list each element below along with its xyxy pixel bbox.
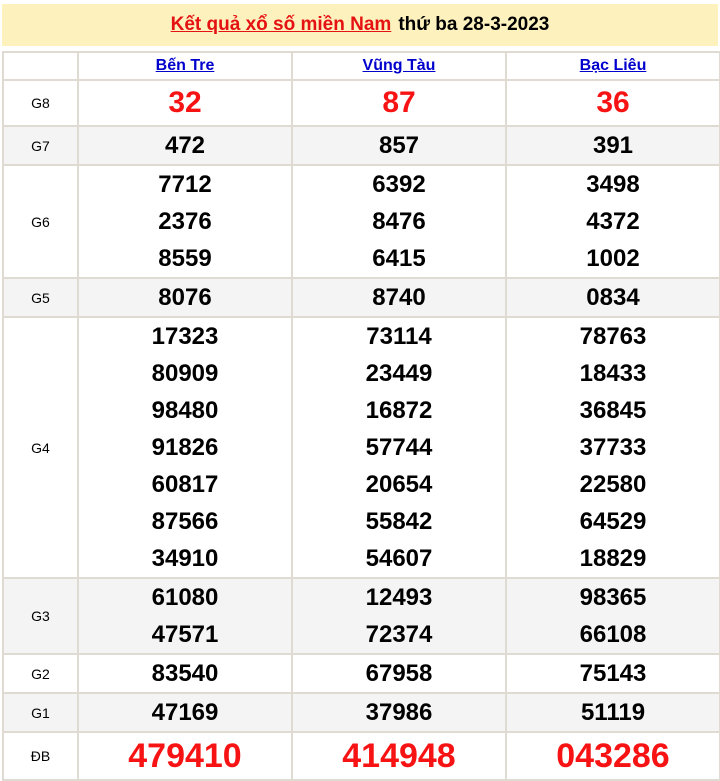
result-number: 73114 [366, 323, 432, 350]
result-number: 36845 [579, 397, 647, 424]
result-number: 0834 [586, 284, 640, 311]
result-number: 80909 [151, 360, 219, 387]
result-number: 12493 [365, 584, 433, 611]
result-number: 4372 [586, 208, 640, 235]
corner-cell [2, 51, 79, 81]
table-row-g4: G4 17323 80909 98480 91826 60817 87566 3… [2, 316, 720, 579]
province-link-ben-tre[interactable]: Bến Tre [156, 57, 215, 74]
result-number: 87566 [151, 508, 219, 535]
table-row-g8: G8 32 87 36 [2, 79, 720, 127]
result-number: 8740 [372, 284, 426, 311]
result-number: 54607 [365, 545, 433, 572]
results-table: Bến Tre Vũng Tàu Bạc Liêu G8 32 87 36 G7… [2, 51, 720, 781]
result-number: 66108 [579, 621, 647, 648]
title-link[interactable]: Kết quả xổ số miền Nam [171, 14, 392, 36]
result-number: 87 [382, 86, 416, 119]
result-number: 51119 [580, 699, 646, 726]
result-number: 23449 [365, 360, 433, 387]
title-date: thứ ba 28-3-2023 [398, 14, 550, 35]
result-number: 91826 [151, 434, 219, 461]
result-number: 8476 [372, 208, 426, 235]
result-number: 60817 [151, 471, 219, 498]
result-number: 8076 [158, 284, 212, 311]
prize-label-g4: G4 [2, 316, 79, 579]
lottery-results-page: Kết quả xổ số miền Nam thứ ba 28-3-2023 … [0, 0, 720, 781]
result-number: 18433 [579, 360, 647, 387]
table-row-g6: G6 7712 2376 8559 6392 8476 6415 3498 43… [2, 164, 720, 279]
result-number: 32 [168, 86, 202, 119]
result-number: 37986 [365, 699, 433, 726]
result-number: 64529 [579, 508, 647, 535]
table-row-g5: G5 8076 8740 0834 [2, 277, 720, 318]
result-number: 75143 [579, 660, 647, 687]
result-number: 72374 [365, 621, 433, 648]
title-bar: Kết quả xổ số miền Nam thứ ba 28-3-2023 [2, 4, 718, 46]
result-number: 83540 [151, 660, 219, 687]
column-header-vung-tau: Vũng Tàu [291, 51, 507, 81]
prize-label-g2: G2 [2, 653, 79, 694]
result-number: 22580 [579, 471, 647, 498]
prize-label-g1: G1 [2, 692, 79, 733]
result-number: 57744 [365, 434, 433, 461]
result-number: 20654 [365, 471, 433, 498]
table-row-g1: G1 47169 37986 51119 [2, 692, 720, 733]
prize-label-g7: G7 [2, 125, 79, 166]
result-number: 36 [596, 86, 630, 119]
result-number: 47571 [151, 621, 219, 648]
result-number: 37733 [579, 434, 647, 461]
result-number: 2376 [158, 208, 212, 235]
prize-label-g6: G6 [2, 164, 79, 279]
result-number: 98365 [579, 584, 647, 611]
province-link-vung-tau[interactable]: Vũng Tàu [363, 57, 436, 74]
prize-label-g3: G3 [2, 577, 79, 655]
result-number: 391 [592, 132, 634, 159]
table-row-g3: G3 61080 47571 12493 72374 98365 66108 [2, 577, 720, 655]
result-number: 98480 [151, 397, 219, 424]
result-number: 043286 [556, 737, 670, 775]
result-number: 857 [378, 132, 420, 159]
result-number: 1002 [586, 245, 640, 272]
result-number: 3498 [586, 171, 640, 198]
result-number: 78763 [579, 323, 647, 350]
column-header-bac-lieu: Bạc Liêu [505, 51, 720, 81]
result-number: 7712 [158, 171, 212, 198]
result-number: 8559 [158, 245, 212, 272]
table-row-g2: G2 83540 67958 75143 [2, 653, 720, 694]
result-number: 6415 [372, 245, 426, 272]
result-number: 61080 [151, 584, 219, 611]
prize-label-g5: G5 [2, 277, 79, 318]
province-link-bac-lieu[interactable]: Bạc Liêu [580, 57, 647, 74]
result-number: 16872 [365, 397, 433, 424]
result-number: 34910 [151, 545, 219, 572]
result-number: 17323 [151, 323, 219, 350]
result-number: 479410 [128, 737, 242, 775]
prize-label-g8: G8 [2, 79, 79, 127]
header-row: Bến Tre Vũng Tàu Bạc Liêu [2, 51, 720, 81]
table-row-g7: G7 472 857 391 [2, 125, 720, 166]
result-number: 55842 [365, 508, 433, 535]
result-number: 472 [164, 132, 206, 159]
column-header-ben-tre: Bến Tre [77, 51, 293, 81]
result-number: 414948 [342, 737, 456, 775]
result-number: 67958 [365, 660, 433, 687]
result-number: 18829 [579, 545, 647, 572]
result-number: 6392 [372, 171, 426, 198]
result-number: 47169 [151, 699, 219, 726]
